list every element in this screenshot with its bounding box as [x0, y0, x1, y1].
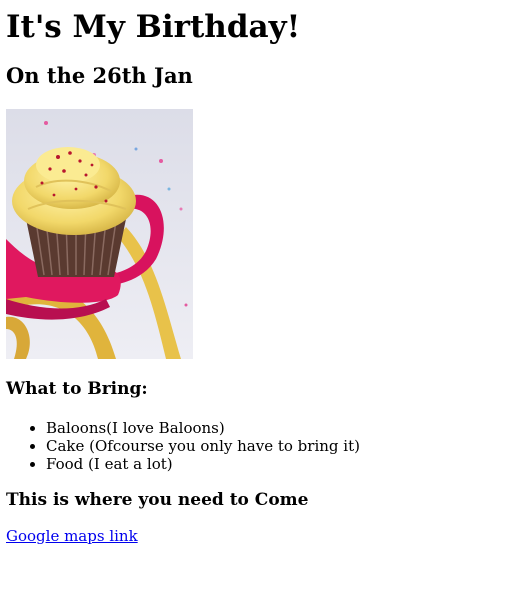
list-item: Cake (Ofcourse you only have to bring it… — [46, 437, 521, 455]
page-title: It's My Birthday! — [6, 9, 301, 45]
date-heading: On the 26th Jan — [6, 63, 193, 88]
bring-list: Baloons(I love Baloons) Cake (Ofcourse y… — [6, 419, 521, 473]
google-maps-link[interactable]: Google maps link — [6, 527, 138, 545]
list-item: Baloons(I love Baloons) — [46, 419, 521, 437]
list-item: Food (I eat a lot) — [46, 455, 521, 473]
bring-heading: What to Bring: — [6, 379, 148, 399]
cupcake-photo — [6, 109, 193, 359]
location-heading: This is where you need to Come — [6, 490, 309, 510]
page-content: It's My Birthday! On the 26th Jan What t… — [6, 0, 521, 545]
